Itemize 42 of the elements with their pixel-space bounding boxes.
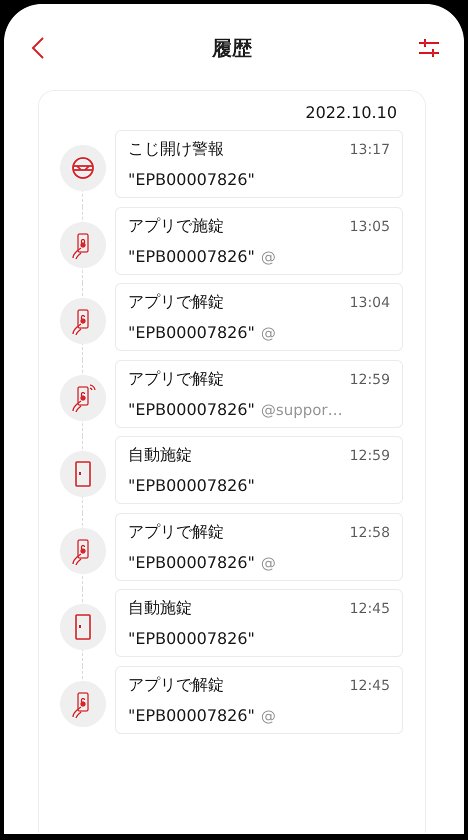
event-title: アプリで解錠	[128, 368, 224, 390]
event-item[interactable]: アプリで解錠 13:04 "EPB00007826" @	[115, 283, 403, 352]
device-id: "EPB00007826"	[128, 323, 255, 342]
device-id: "EPB00007826"	[128, 552, 255, 572]
event-time: 13:04	[350, 295, 390, 312]
user-name: @	[260, 324, 276, 342]
event-item[interactable]: アプリで解錠 12:59 "EPB00007826" @suppor…	[115, 360, 403, 428]
date-label: 2022.10.10	[305, 103, 397, 122]
event-time: 12:45	[350, 678, 390, 694]
event-time: 13:17	[350, 142, 390, 158]
event-item[interactable]: 自動施錠 12:45 "EPB00007826"	[115, 589, 403, 658]
user-name: @	[260, 554, 276, 572]
page-title: 履歴	[212, 34, 252, 62]
device-id: "EPB00007826"	[128, 170, 255, 190]
door-icon	[75, 461, 91, 488]
event-time: 12:59	[350, 372, 390, 388]
user-name: @suppor…	[260, 400, 343, 419]
event-item[interactable]: こじ開け警報 13:17 "EPB00007826"	[115, 130, 403, 198]
door-icon	[75, 614, 91, 640]
event-title: アプリで解錠	[128, 292, 224, 314]
event-item[interactable]: アプリで施錠 13:05 "EPB00007826" @	[115, 206, 403, 275]
event-title: アプリで解錠	[128, 522, 224, 543]
masked-face-icon	[71, 156, 95, 180]
device-id: "EPB00007826"	[128, 629, 255, 648]
event-title: 自動施錠	[128, 598, 192, 620]
device-id: "EPB00007826"	[128, 246, 255, 266]
event-title: アプリで施錠	[128, 216, 224, 237]
device-id: "EPB00007826"	[128, 476, 255, 496]
event-item[interactable]: 自動施錠 12:59 "EPB00007826"	[115, 436, 403, 504]
event-time: 12:59	[350, 448, 390, 464]
event-time: 13:05	[350, 218, 390, 235]
event-item[interactable]: アプリで解錠 12:58 "EPB00007826" @	[115, 512, 403, 581]
event-time: 12:45	[350, 601, 390, 618]
user-name: @	[260, 706, 276, 725]
device-id: "EPB00007826"	[128, 706, 255, 725]
event-title: こじ開け警報	[128, 139, 224, 160]
event-title: アプリで解錠	[128, 674, 224, 696]
user-name: @	[260, 248, 276, 266]
device-id: "EPB00007826"	[128, 400, 255, 419]
event-item[interactable]: アプリで解錠 12:45 "EPB00007826" @	[115, 666, 403, 734]
event-time: 12:58	[350, 524, 390, 541]
event-title: 自動施錠	[128, 445, 192, 466]
